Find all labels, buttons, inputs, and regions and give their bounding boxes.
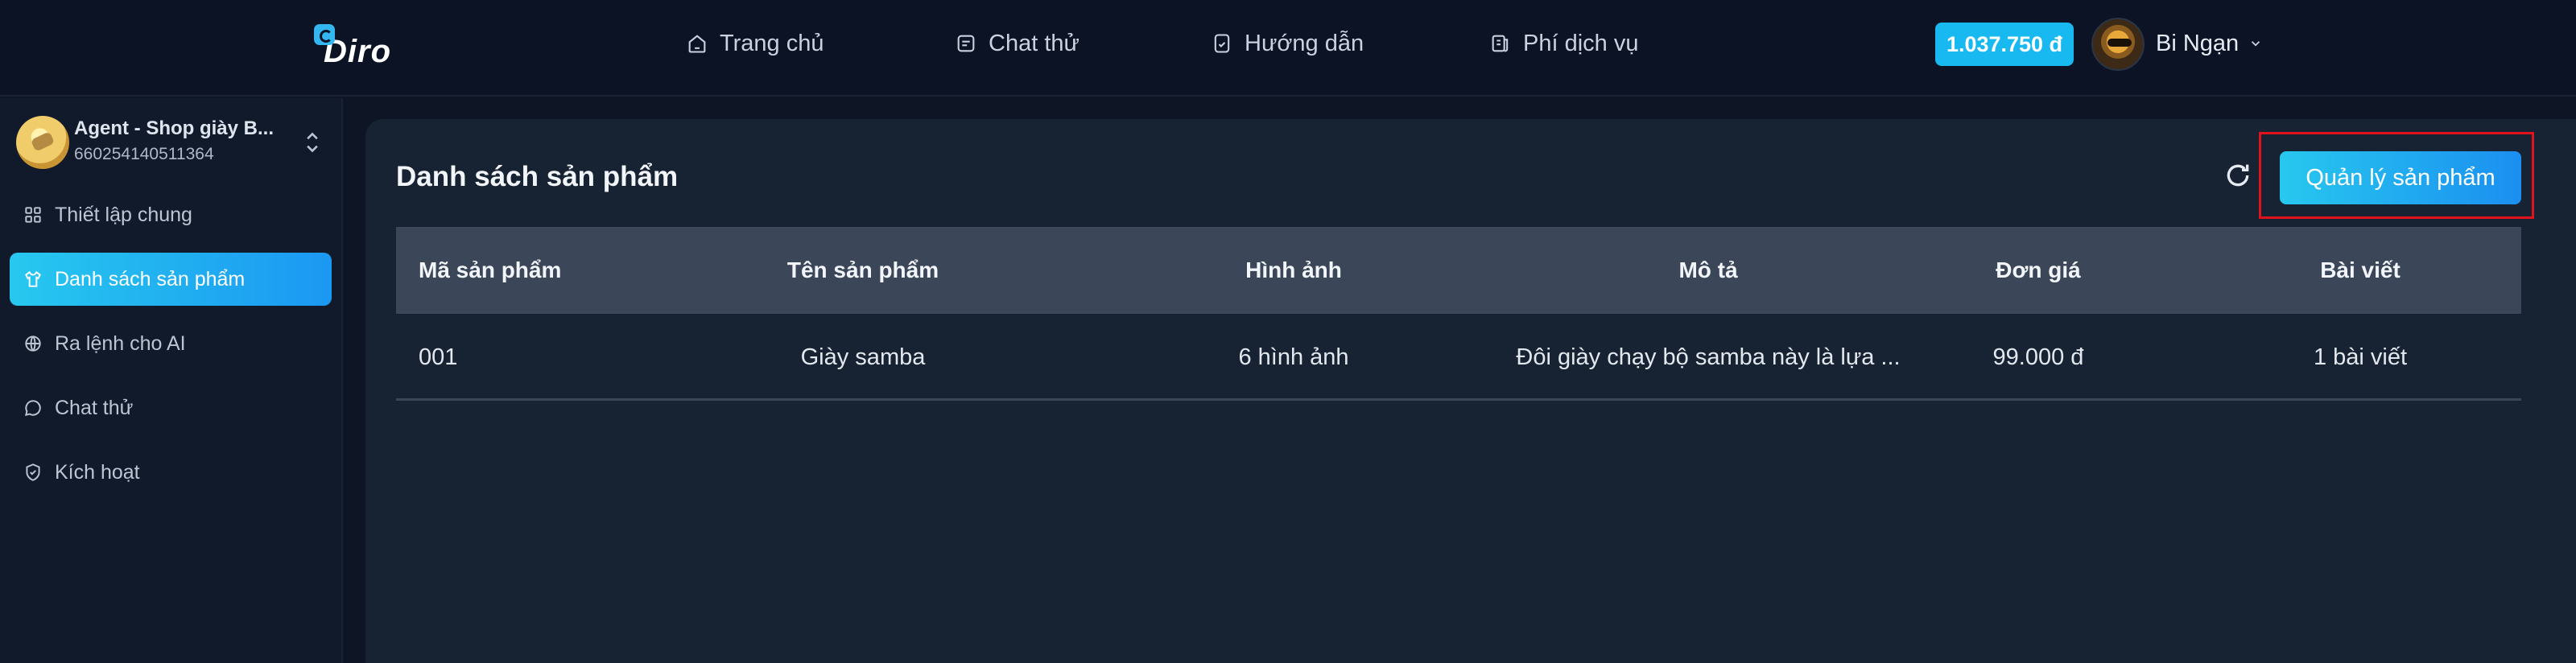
chat-icon xyxy=(955,32,977,55)
table-row[interactable]: 001 Giày samba 6 hình ảnh Đôi giày chạy … xyxy=(396,314,2521,401)
sidebar-item-label: Ra lệnh cho AI xyxy=(55,332,186,355)
nav-item-fees[interactable]: Phí dịch vụ xyxy=(1489,27,1638,60)
sidebar-item-product-list[interactable]: Danh sách sản phẩm xyxy=(10,253,332,306)
manage-products-button[interactable]: Quản lý sản phẩm xyxy=(2280,151,2521,204)
user-name: Bi Ngạn xyxy=(2156,30,2240,56)
column-header-price: Đơn giá xyxy=(1996,257,2081,282)
nav-item-home[interactable]: Trang chủ xyxy=(686,27,824,60)
cell-product-code: 001 xyxy=(419,344,458,370)
product-table: Mã sản phẩm Tên sản phẩm Hình ảnh Mô tả … xyxy=(396,227,2521,401)
chat-bubble-icon xyxy=(23,397,43,418)
agent-name: Agent - Shop giày B... xyxy=(74,117,275,139)
globe-icon xyxy=(23,333,43,354)
agent-id: 660254140511364 xyxy=(74,145,214,163)
nav-item-chat[interactable]: Chat thử xyxy=(955,27,1080,60)
user-menu[interactable]: Bi Ngạn xyxy=(2156,27,2263,60)
chevron-down-icon xyxy=(2252,41,2260,47)
product-list-card: Danh sách sản phẩm Quản lý sản phẩm Mã s… xyxy=(365,119,2576,663)
user-avatar[interactable] xyxy=(2091,18,2145,71)
cell-product-name: Giày samba xyxy=(800,344,926,370)
column-header-description: Mô tả xyxy=(1678,257,1738,282)
sidebar-item-ai-command[interactable]: Ra lệnh cho AI xyxy=(10,317,332,370)
agent-avatar xyxy=(16,116,69,169)
column-header-images: Hình ảnh xyxy=(1245,257,1342,282)
home-icon xyxy=(686,32,708,55)
column-header-posts: Bài viết xyxy=(2320,257,2401,282)
column-header-name: Tên sản phẩm xyxy=(786,257,939,282)
sidebar-item-label: Danh sách sản phẩm xyxy=(55,267,246,290)
cell-product-description: Đôi giày chạy bộ samba này là lựa ... xyxy=(1516,344,1901,370)
chevron-up-down-icon[interactable] xyxy=(301,129,324,156)
column-header-code: Mã sản phẩm xyxy=(419,257,562,282)
nav-label: Hướng dẫn xyxy=(1245,30,1364,56)
shield-icon xyxy=(23,462,43,483)
sidebar-item-label: Kích hoạt xyxy=(55,460,140,484)
sidebar-item-label: Thiết lập chung xyxy=(55,203,192,226)
cell-product-images[interactable]: 6 hình ảnh xyxy=(1153,314,1435,401)
cell-product-price: 99.000 đ xyxy=(1992,344,2084,370)
nav-item-guide[interactable]: Hướng dẫn xyxy=(1211,27,1364,60)
agent-switcher[interactable]: Agent - Shop giày B... 660254140511364 xyxy=(14,113,328,172)
table-header: Mã sản phẩm Tên sản phẩm Hình ảnh Mô tả … xyxy=(396,227,2521,314)
grid-icon xyxy=(23,204,43,225)
fee-icon xyxy=(1489,32,1512,55)
sidebar-item-general-settings[interactable]: Thiết lập chung xyxy=(10,188,332,241)
page-title: Danh sách sản phẩm xyxy=(396,161,679,192)
sidebar: Agent - Shop giày B... 660254140511364 T… xyxy=(0,98,343,663)
nav-label: Trang chủ xyxy=(720,30,824,56)
sidebar-item-activation[interactable]: Kích hoạt xyxy=(10,446,332,499)
refresh-icon[interactable] xyxy=(2222,159,2254,191)
balance-badge[interactable]: 1.037.750 đ xyxy=(1935,23,2074,66)
sidebar-item-label: Chat thử xyxy=(55,396,134,419)
sidebar-item-chat-test[interactable]: Chat thử xyxy=(10,381,332,434)
top-bar: Diro Trang chủ Chat thử Hướng dẫn Phí dị… xyxy=(0,0,2576,97)
cell-product-posts[interactable]: 1 bài viết xyxy=(2248,314,2473,401)
book-icon xyxy=(1211,32,1233,55)
nav-label: Chat thử xyxy=(989,30,1080,56)
shirt-icon xyxy=(23,269,43,290)
nav-label: Phí dịch vụ xyxy=(1523,30,1639,56)
